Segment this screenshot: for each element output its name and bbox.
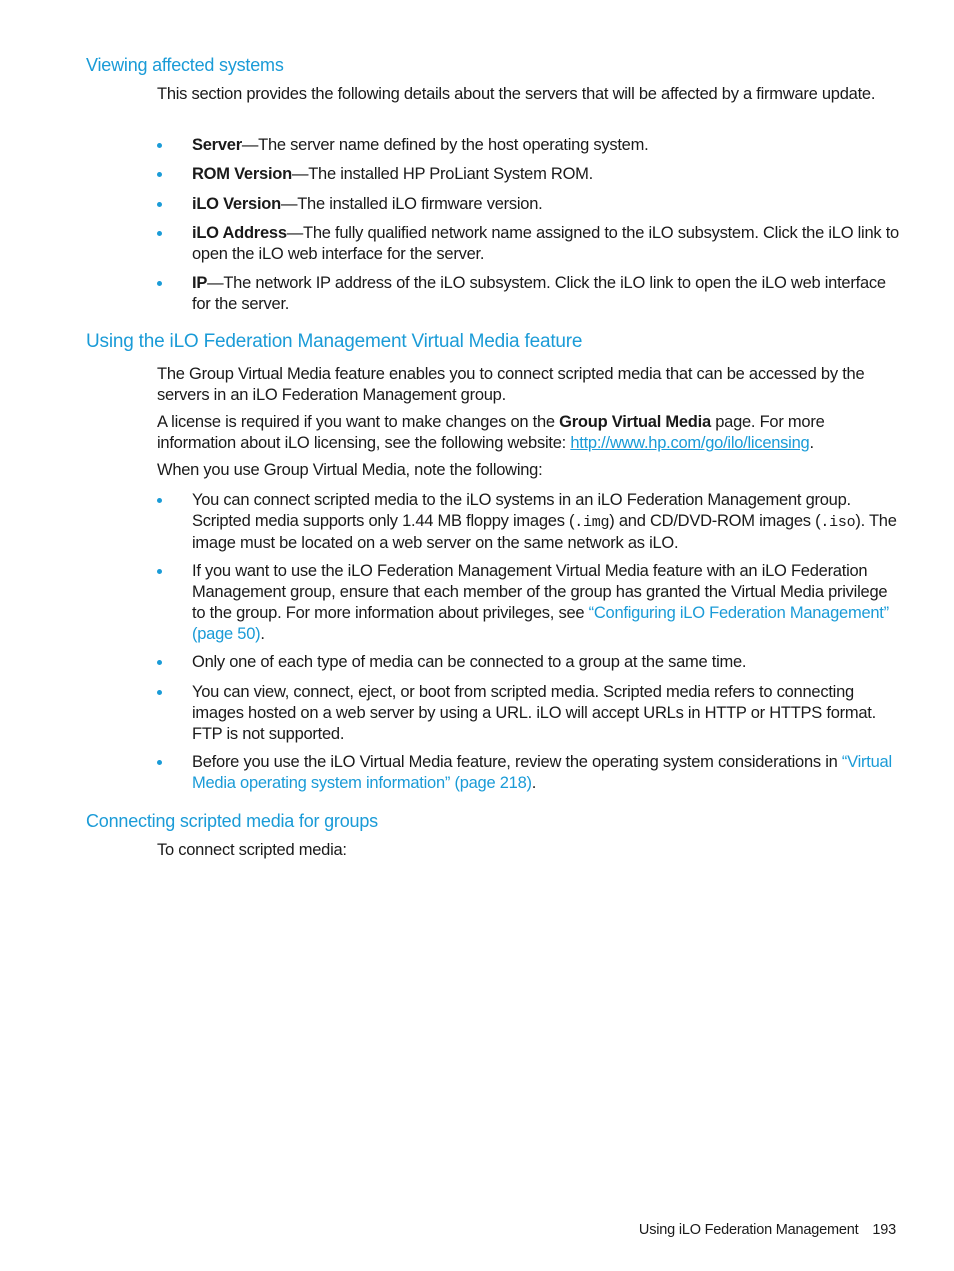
list-item-one-media-type: Only one of each type of media can be co… [157,652,902,673]
section-heading-connecting-scripted-media: Connecting scripted media for groups [86,811,378,831]
licensing-link[interactable]: http://www.hp.com/go/ilo/licensing [570,434,809,452]
note-intro-paragraph: When you use Group Virtual Media, note t… [157,461,543,479]
viewing-intro-paragraph: This section provides the following deta… [157,85,876,103]
bullet-icon [157,202,162,207]
text: Only one of each type of media can be co… [192,653,747,671]
list-item-os-considerations: Before you use the iLO Virtual Media fea… [157,752,902,794]
bullet-icon [157,498,162,503]
list-item-connect-scripted-media: You can connect scripted media to the iL… [157,490,902,554]
list-item-ilo-version: iLO Version—The installed iLO firmware v… [157,194,902,215]
definition: —The installed iLO firmware version. [280,195,543,213]
list-item-privilege: If you want to use the iLO Federation Ma… [157,561,902,645]
bullet-icon [157,690,162,695]
list-item-rom-version: ROM Version—The installed HP ProLiant Sy… [157,164,902,185]
bullet-icon [157,760,162,765]
text: Before you use the iLO Virtual Media fea… [192,753,842,771]
img-extension-code: .img [574,514,610,531]
bullet-icon [157,660,162,665]
bullet-icon [157,143,162,148]
virtual-media-intro-paragraph: The Group Virtual Media feature enables … [157,365,865,404]
bullet-icon [157,231,162,236]
list-item-ilo-address: iLO Address—The fully qualified network … [157,223,902,265]
term: iLO Address [192,224,287,242]
bullet-icon [157,281,162,286]
page-footer: Using iLO Federation Management 193 [639,1222,896,1238]
iso-extension-code: .iso [820,514,856,531]
footer-chapter-title: Using iLO Federation Management [638,1222,859,1238]
connecting-intro-paragraph: To connect scripted media: [157,841,347,859]
text: ) and CD/DVD-ROM images ( [609,512,821,530]
list-item-ip: IP—The network IP address of the iLO sub… [157,273,902,315]
definition: —The fully qualified network name assign… [192,224,899,263]
license-paragraph: A license is required if you want to mak… [157,412,902,454]
text: A license is required if you want to mak… [157,413,560,431]
page-number: 193 [872,1222,896,1238]
term: ROM Version [192,165,292,183]
definition: —The installed HP ProLiant System ROM. [291,165,594,183]
section-heading-viewing-affected-systems: Viewing affected systems [86,55,284,75]
group-virtual-media-term: Group Virtual Media [559,413,711,431]
term: iLO Version [192,195,281,213]
text: . [531,774,537,792]
definition: —The network IP address of the iLO subsy… [192,274,886,313]
term: Server [192,136,242,154]
bullet-icon [157,569,162,574]
section-heading-virtual-media: Using the iLO Federation Management Virt… [86,331,583,352]
term: IP [192,274,208,292]
text: You can view, connect, eject, or boot fr… [192,683,876,743]
text: . [809,434,814,452]
bullet-icon [157,172,162,177]
text: . [260,625,265,643]
list-item-view-connect-eject: You can view, connect, eject, or boot fr… [157,682,902,745]
list-item-server: Server—The server name defined by the ho… [157,135,902,156]
definition: —The server name defined by the host ope… [241,136,649,154]
